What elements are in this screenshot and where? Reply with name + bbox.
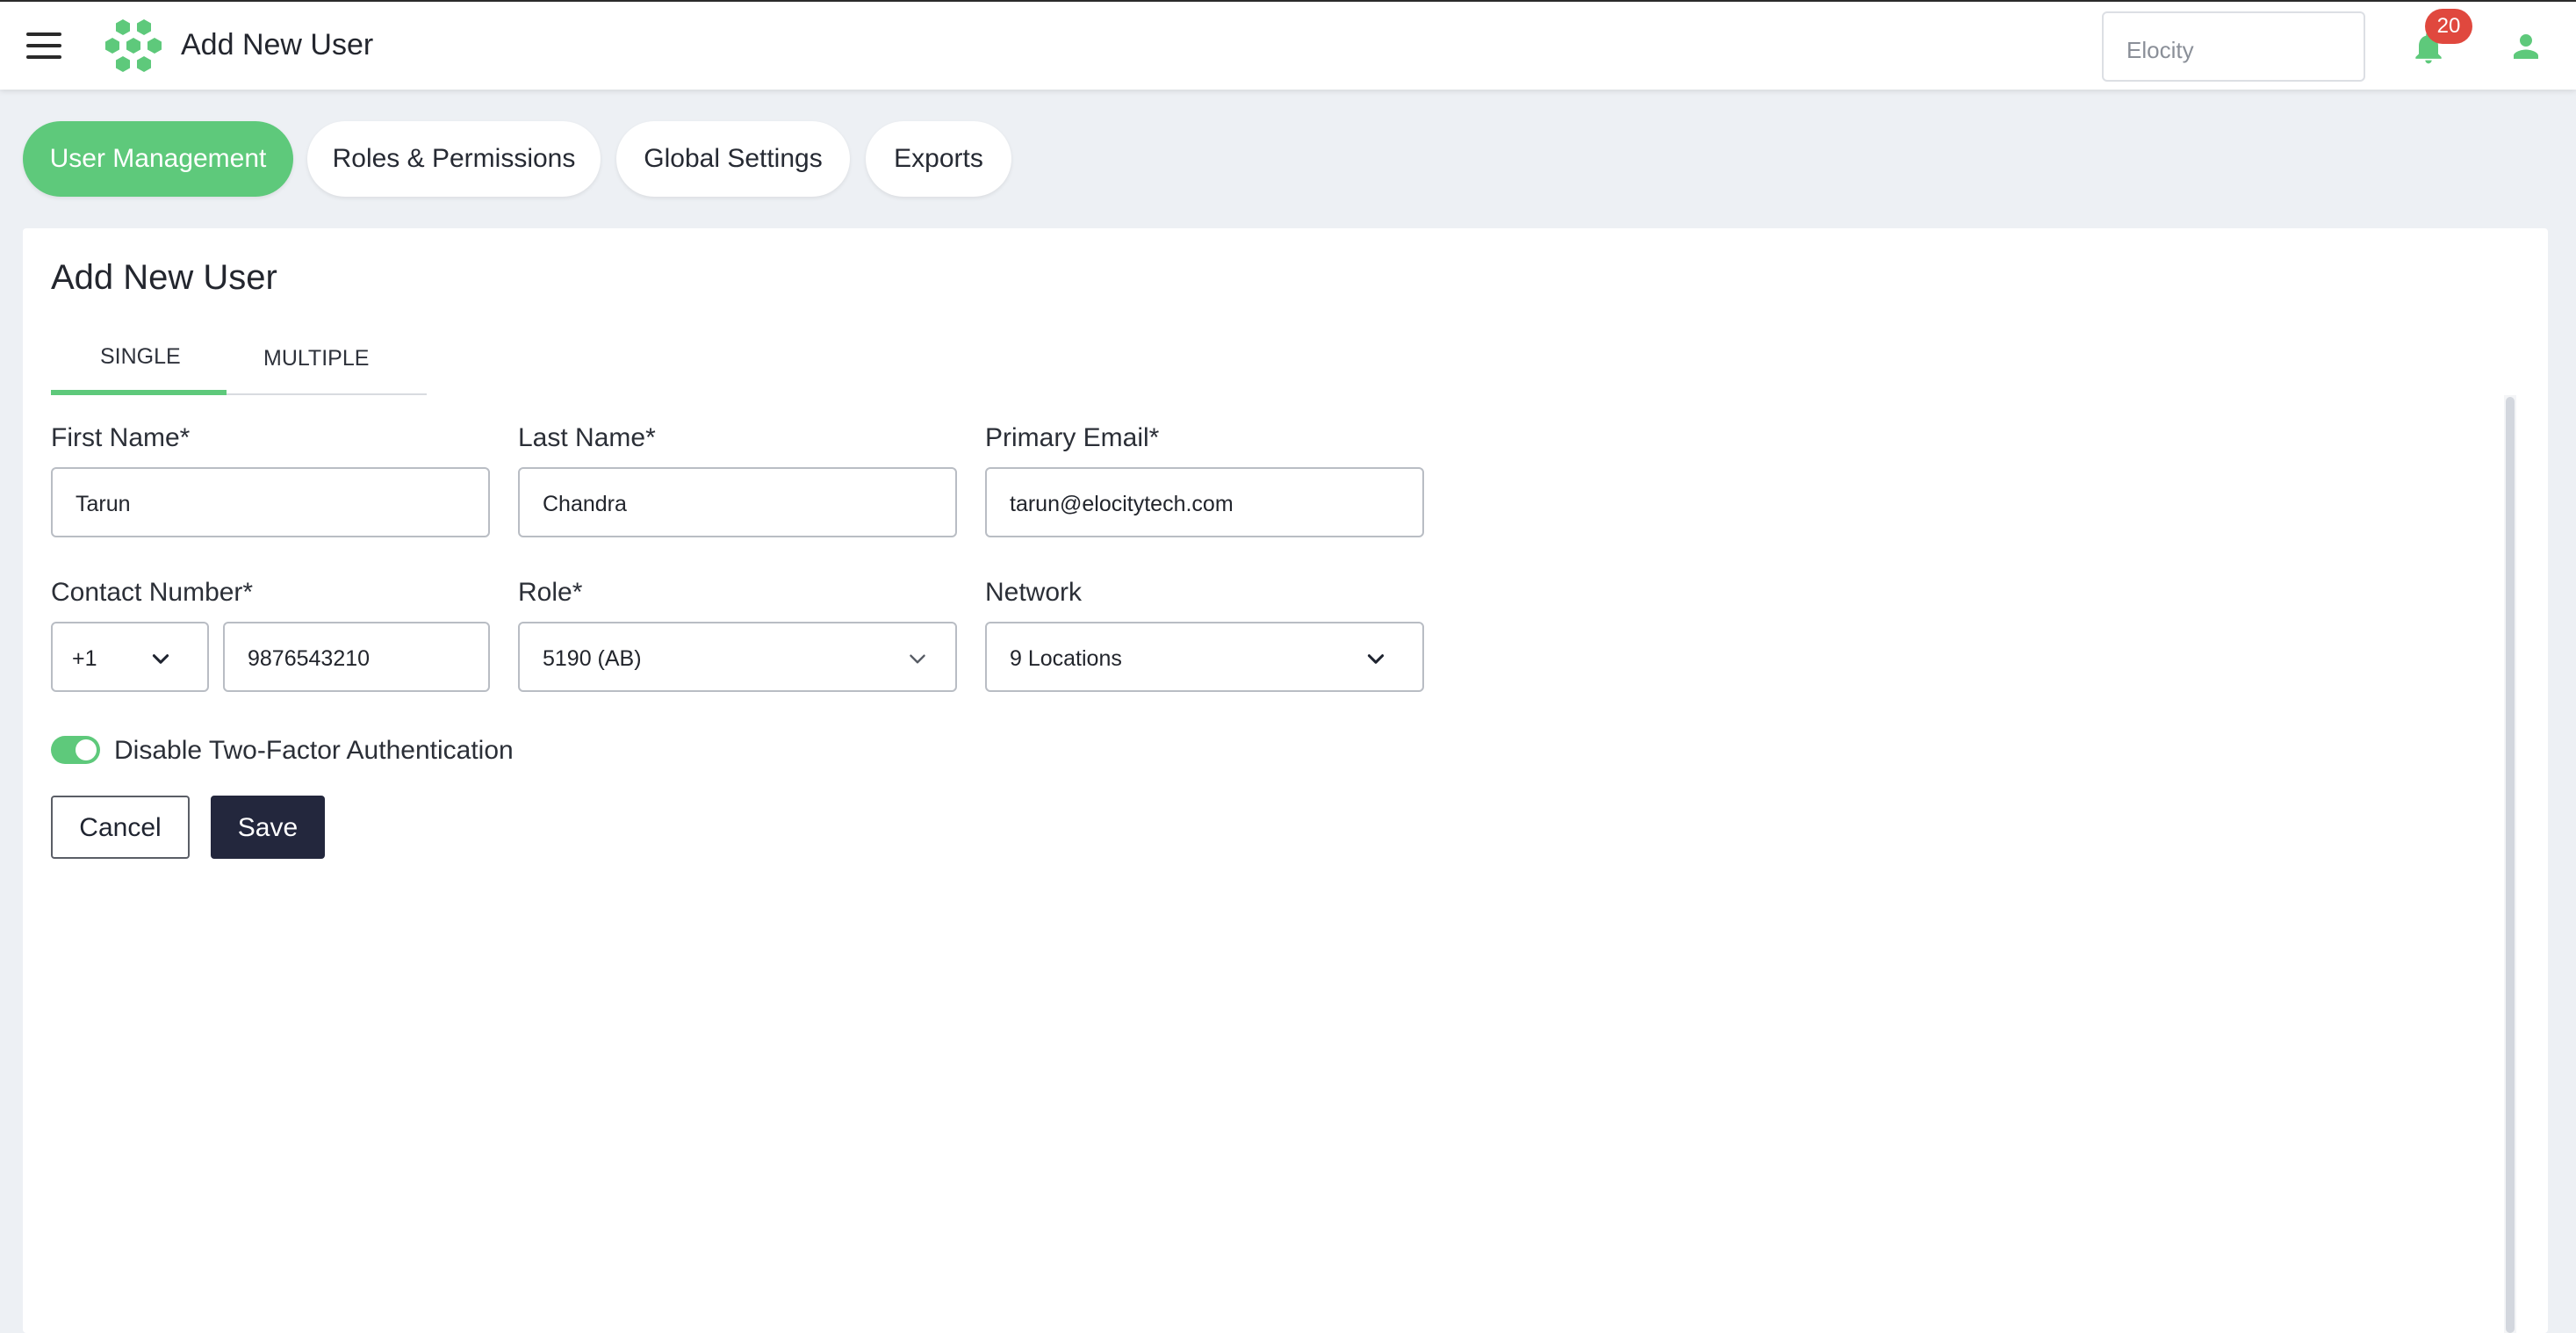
network-value: 9 Locations (1010, 646, 1122, 671)
two-factor-label: Disable Two-Factor Authentication (114, 736, 514, 765)
primary-email-label: Primary Email* (985, 423, 1160, 452)
network-select[interactable]: 9 Locations (985, 622, 1424, 692)
primary-email-field[interactable]: tarun@elocitytech.com (985, 467, 1424, 537)
country-code-select[interactable]: +1 (51, 622, 209, 692)
tenant-selector[interactable]: Elocity (2102, 11, 2365, 82)
chevron-down-icon (1367, 654, 1385, 664)
last-name-label: Last Name* (518, 423, 656, 452)
network-label: Network (985, 578, 1083, 607)
toggle-knob (76, 739, 97, 760)
cancel-button[interactable]: Cancel (51, 796, 190, 859)
contact-number-field[interactable]: 9876543210 (223, 622, 490, 692)
role-label: Role* (518, 578, 583, 607)
contact-number-label: Contact Number* (51, 578, 254, 607)
user-icon[interactable] (2508, 28, 2544, 65)
app-bar-title: Add New User (181, 28, 374, 61)
page-title: Add New User (51, 258, 277, 297)
tab-global-settings[interactable]: Global Settings (616, 121, 850, 197)
tab-roles-permissions[interactable]: Roles & Permissions (307, 121, 601, 197)
notification-count-badge: 20 (2425, 9, 2472, 44)
chevron-down-icon (152, 654, 169, 664)
subtab-multiple[interactable]: MULTIPLE (263, 346, 369, 371)
tab-user-management[interactable]: User Management (23, 121, 293, 197)
add-user-card: Add New User SINGLE MULTIPLE First Name*… (23, 228, 2548, 1333)
two-factor-toggle[interactable] (51, 736, 100, 764)
hexagon-cluster-logo (105, 19, 162, 72)
last-name-field[interactable]: Chandra (518, 467, 957, 537)
save-button[interactable]: Save (211, 796, 325, 859)
tab-exports[interactable]: Exports (866, 121, 1011, 197)
role-select[interactable]: 5190 (AB) (518, 622, 957, 692)
hamburger-menu-icon[interactable] (26, 32, 61, 59)
country-code-value: +1 (72, 646, 97, 671)
subtab-active-indicator (51, 390, 227, 395)
scrollbar-thumb[interactable] (2506, 397, 2515, 1333)
first-name-label: First Name* (51, 423, 191, 452)
top-app-bar: Add New User Elocity 20 (0, 0, 2576, 90)
chevron-down-icon (910, 654, 925, 664)
first-name-field[interactable]: Tarun (51, 467, 490, 537)
subtab-single[interactable]: SINGLE (100, 344, 181, 370)
role-value: 5190 (AB) (543, 646, 642, 671)
